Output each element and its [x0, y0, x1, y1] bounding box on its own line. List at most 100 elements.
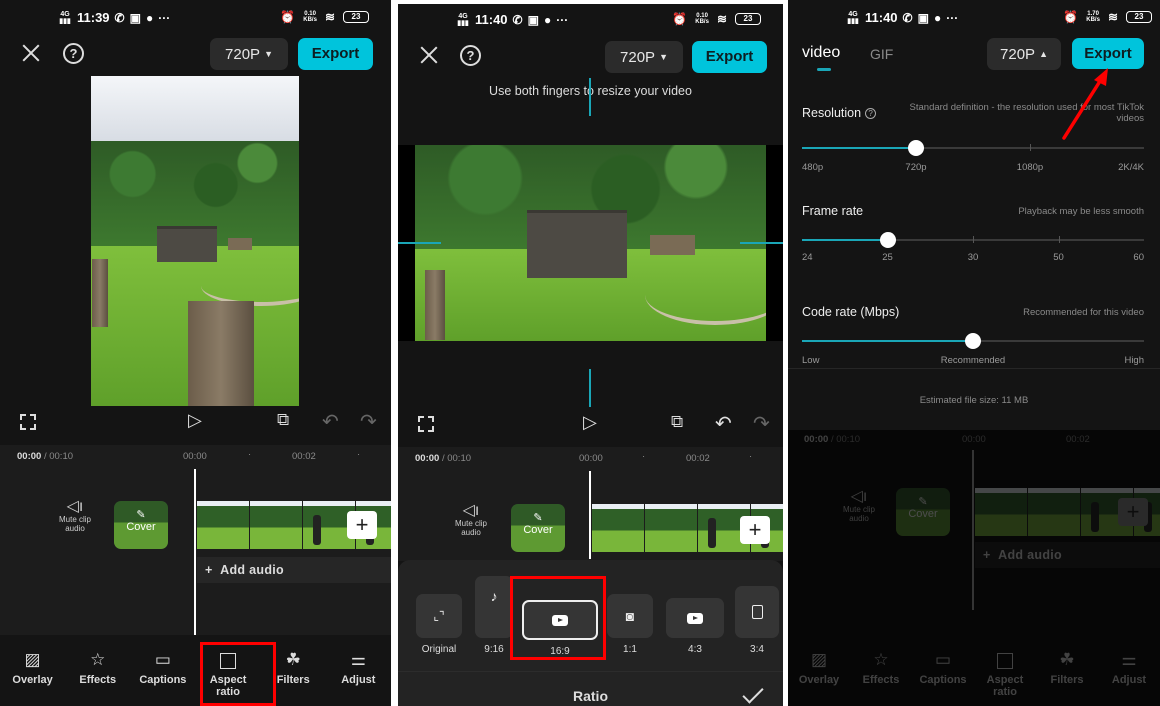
export-button[interactable]: Export [1072, 38, 1144, 69]
current-time: 00:00 [17, 451, 42, 462]
export-settings-screen: 4G ▮▮▮ 11:40 ✆ ▣ ● ··· ⏰ 1.70 KB/s ≋ 23 vi… [788, 0, 1160, 706]
slider-fill [802, 239, 888, 241]
divider [398, 671, 783, 672]
tab-gif[interactable]: GIF [870, 46, 893, 62]
redo-icon[interactable]: ↷ [753, 411, 770, 436]
playhead [972, 450, 974, 610]
add-clip-button[interactable]: + [740, 516, 770, 544]
mute-clip-audio-button[interactable]: ◁ı Mute clip audio [446, 502, 496, 538]
timeline-ruler: 00:00 / 00:10 00:00 00:02 [804, 434, 1090, 445]
playhead[interactable] [194, 469, 196, 635]
resolution-dropdown[interactable]: 720P ▼ [210, 38, 288, 70]
cover-button: ✎ Cover [896, 488, 950, 536]
expand-icon: ⌞⌝ [433, 609, 445, 623]
redo-icon[interactable]: ↷ [360, 409, 377, 434]
portrait-icon [751, 605, 763, 619]
resolution-dropdown[interactable]: 720P ▲ [987, 38, 1061, 70]
keyframe-icon[interactable]: ⧉ [277, 410, 289, 430]
slider-label: 1080p [1016, 162, 1044, 173]
edit-icon: ✎ [136, 509, 146, 521]
slider-knob[interactable] [879, 232, 896, 248]
add-clip-button: + [1118, 498, 1148, 526]
resolution-dropdown[interactable]: 720P ▼ [605, 41, 683, 73]
toolbar-overlay: ▨ Overlay [798, 650, 840, 686]
more-icon: ··· [946, 10, 959, 25]
play-button[interactable]: ▷ [583, 412, 597, 433]
playhead[interactable] [589, 471, 591, 559]
wifi-icon: ≋ [1107, 10, 1118, 24]
code-rate-title: Code rate (Mbps) [802, 305, 900, 319]
slider-label: 50 [1053, 252, 1064, 263]
ratio-option-9-16[interactable]: ♪ 9:16 [475, 576, 513, 655]
ratio-option-1-1[interactable]: ◙ 1:1 [607, 594, 653, 655]
tab-indicator [817, 68, 831, 71]
timeline: ◁ı Mute clip audio ✎ Cover + + Add audio [0, 469, 391, 635]
speaker-icon: ◁ı [462, 502, 480, 519]
close-icon[interactable] [20, 42, 42, 64]
bottom-toolbar: ▨ Overlay ☆ Effects ▭ Captions Aspect ratio… [0, 650, 391, 706]
help-icon[interactable]: ? [460, 45, 481, 66]
net-speed: 0.10 KB/s [303, 11, 317, 23]
resolution-slider[interactable] [802, 140, 1144, 156]
wifi-icon: ≋ [324, 10, 335, 24]
export-button[interactable]: Export [298, 38, 373, 70]
slider-knob[interactable] [907, 140, 924, 156]
ratio-option-4-3[interactable]: 4:3 [666, 598, 724, 655]
mute-clip-audio-button: ◁ı Mute clip audio [842, 488, 875, 524]
add-audio-button: + Add audio [975, 542, 1160, 568]
toolbar-adjust[interactable]: ⚌ Adjust [327, 650, 389, 706]
fullscreen-icon[interactable] [418, 416, 434, 432]
video-preview[interactable] [91, 76, 299, 406]
help-icon[interactable]: ? [63, 43, 84, 64]
battery-icon: 23 [735, 13, 761, 25]
slider-knob[interactable] [965, 333, 981, 349]
undo-icon[interactable]: ↶ [715, 411, 732, 436]
total-time: / 00:10 [441, 453, 472, 464]
play-button[interactable]: ▷ [188, 410, 202, 431]
more-icon: ··· [158, 10, 171, 25]
frame-rate-slider[interactable] [802, 232, 1144, 248]
message-icon: ● [145, 10, 154, 25]
resolution-title: Resolution? [802, 106, 877, 120]
instagram-icon: ◙ [625, 608, 635, 624]
crop-guide [740, 242, 783, 244]
code-rate-labels: Low Recommended High [802, 355, 1144, 367]
slider-label: 25 [882, 252, 893, 263]
undo-icon[interactable]: ↶ [322, 409, 339, 434]
fullscreen-icon[interactable] [20, 414, 36, 430]
toolbar-overlay[interactable]: ▨ Overlay [2, 650, 64, 706]
export-button[interactable]: Export [692, 41, 767, 73]
toolbar-captions[interactable]: ▭ Captions [132, 650, 194, 706]
ratio-title: Ratio [573, 688, 608, 704]
clock: 11:40 [865, 10, 898, 25]
info-icon[interactable]: ? [865, 108, 877, 119]
keyframe-icon[interactable]: ⧉ [671, 412, 683, 432]
toolbar-effects[interactable]: ☆ Effects [67, 650, 129, 706]
toolbar-captions: ▭ Captions [919, 650, 967, 686]
toolbar-adjust: ⚌ Adjust [1111, 650, 1147, 686]
timeline-ruler: 00:00 / 00:10 00:00 · 00:02 · [0, 445, 391, 469]
cover-button[interactable]: ✎ Cover [511, 504, 565, 552]
ruler-tick: 00:00 [183, 451, 207, 462]
slider-tick [973, 236, 974, 243]
add-clip-button[interactable]: + [347, 511, 377, 539]
slider-label: 720p [905, 162, 927, 173]
clock: 11:39 [77, 10, 110, 25]
signal-icon: 4G ▮▮▮ [457, 12, 469, 27]
ratio-option-original[interactable]: ⌞⌝ Original [415, 594, 463, 655]
ratio-option-3-4[interactable]: 3:4 [735, 586, 779, 655]
code-rate-slider[interactable] [802, 333, 1144, 349]
add-audio-button[interactable]: + Add audio [197, 557, 391, 583]
toolbar-aspect-ratio: Aspect ratio [974, 650, 1036, 706]
slider-tick [1030, 144, 1031, 151]
status-bar: 4G ▮▮▮ 11:40 ✆ ▣ ● ··· ⏰ 1.70 KB/s ≋ 23 [788, 10, 1160, 28]
tab-video[interactable]: video [802, 44, 840, 62]
whatsapp-icon: ✆ [114, 10, 125, 25]
cover-button[interactable]: ✎ Cover [114, 501, 168, 549]
close-icon[interactable] [418, 44, 440, 66]
video-preview[interactable] [415, 145, 766, 341]
whatsapp-icon: ✆ [512, 12, 523, 27]
effects-icon: ☆ [90, 650, 106, 669]
mute-clip-audio-button[interactable]: ◁ı Mute clip audio [50, 499, 100, 534]
toolbar-effects: ☆ Effects [862, 650, 900, 686]
